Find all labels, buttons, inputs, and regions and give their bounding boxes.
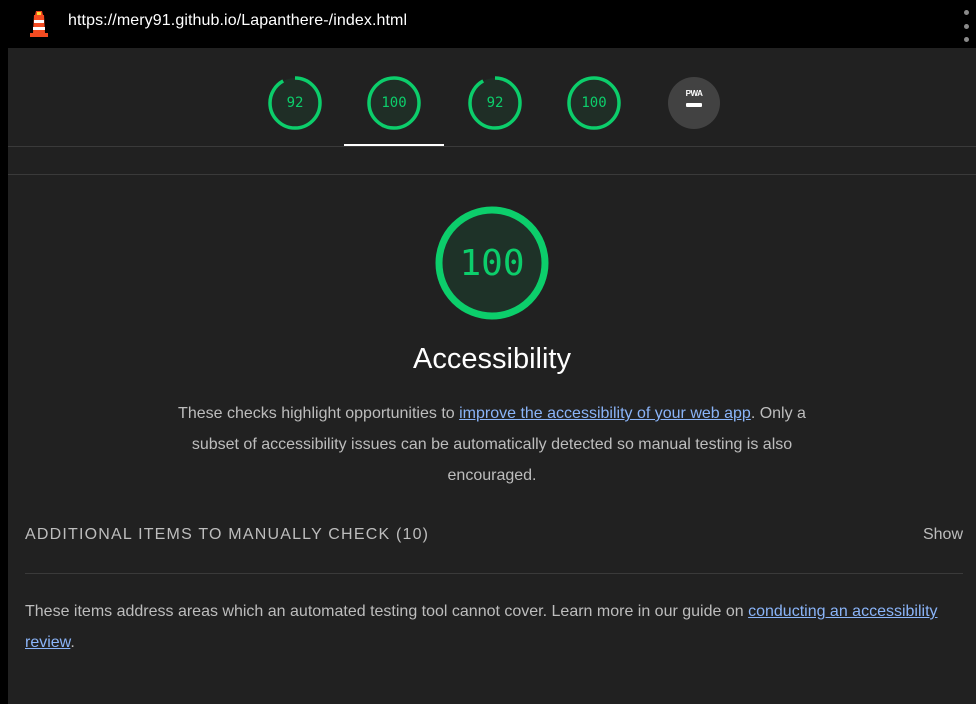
- manual-checks-title: ADDITIONAL ITEMS TO MANUALLY CHECK (10): [25, 526, 430, 543]
- show-toggle-button[interactable]: Show: [923, 526, 963, 544]
- gauge-accessibility[interactable]: 100: [366, 75, 422, 131]
- gauge-performance[interactable]: 92: [267, 75, 323, 131]
- divider: [25, 573, 963, 574]
- description-text: .: [70, 634, 75, 651]
- manual-checks-description: These items address areas which an autom…: [25, 596, 965, 658]
- gauge-best-practices[interactable]: 92: [467, 75, 523, 131]
- manual-checks-header[interactable]: ADDITIONAL ITEMS TO MANUALLY CHECK (10) …: [25, 526, 963, 550]
- divider: [8, 174, 976, 175]
- kebab-menu-icon[interactable]: [962, 10, 970, 42]
- report-topbar: https://mery91.github.io/Lapanthere-/ind…: [0, 0, 976, 48]
- gauge-score: 92: [486, 95, 504, 111]
- description-text: These items address areas which an autom…: [25, 603, 749, 620]
- report-url[interactable]: https://mery91.github.io/Lapanthere-/ind…: [68, 12, 407, 30]
- gauge-score: 100: [581, 95, 607, 111]
- divider: [8, 146, 976, 147]
- description-text: These checks highlight opportunities to: [178, 405, 460, 422]
- category-gauge: 100: [432, 203, 552, 323]
- pwa-label: PWA: [685, 89, 703, 98]
- gauge-seo[interactable]: 100: [566, 75, 622, 131]
- lighthouse-icon: [30, 11, 48, 37]
- category-score: 100: [459, 242, 525, 284]
- dash-icon: [686, 103, 702, 107]
- category-title: Accessibility: [413, 343, 571, 375]
- summary-gauges: 92 100 92 100 PWA: [8, 48, 976, 146]
- pwa-badge[interactable]: PWA: [668, 77, 720, 129]
- accessibility-guide-link[interactable]: improve the accessibility of your web ap…: [459, 405, 751, 422]
- lighthouse-report: https://mery91.github.io/Lapanthere-/ind…: [0, 0, 976, 704]
- gauge-score: 92: [286, 95, 304, 111]
- category-description: These checks highlight opportunities to …: [166, 398, 818, 491]
- gauge-score: 100: [381, 95, 407, 111]
